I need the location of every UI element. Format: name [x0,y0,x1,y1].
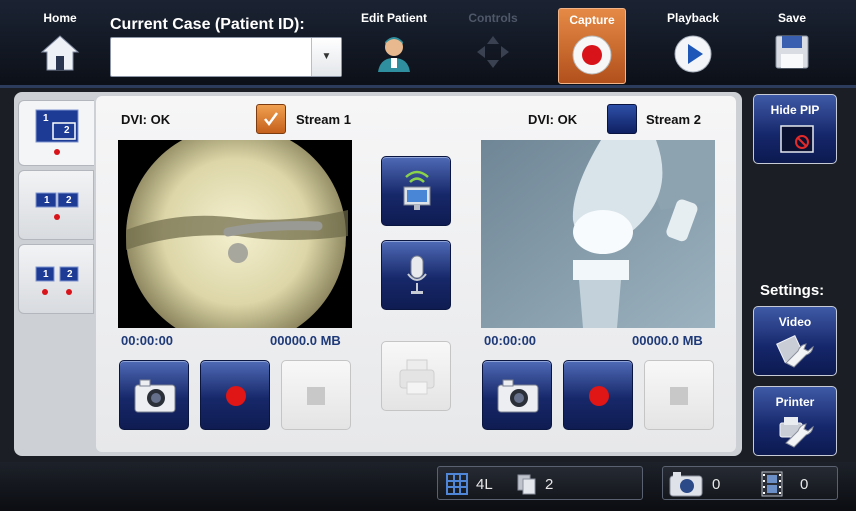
layout-tab-side-by-side[interactable]: 1 2 [18,170,94,240]
stream2-video-preview [481,140,715,328]
streaming-button[interactable] [381,156,451,226]
play-icon [674,35,712,73]
pip-label-1: 1 [43,113,49,124]
layout-status: 4L 2 [437,466,643,500]
layout-value: 4L [476,476,493,493]
stream1-size: 00000.0 MB [270,333,341,348]
stream2-time: 00:00:00 [484,333,537,348]
layout-tab-split[interactable]: 1 2 [18,244,94,314]
settings-label: Settings: [760,282,825,299]
floppy-disk-icon [775,35,809,69]
microphone-button[interactable] [381,240,451,310]
stream2-dvi-status: DVI: OK [528,112,578,127]
pip-layout-icon [35,109,79,155]
save-button[interactable]: Save [766,0,818,80]
printer-settings-label: Printer [775,395,815,409]
printer-wrench-icon [779,417,814,448]
copies-value: 2 [545,476,554,493]
camera-count-icon [669,472,703,497]
stream1-checkbox[interactable] [256,104,286,134]
grid-layout-icon [446,473,468,495]
edit-patient-button[interactable]: Edit Patient [356,0,432,80]
video-wrench-icon [776,335,814,368]
copies-icon [517,474,536,495]
stream1-name: Stream 1 [296,112,351,127]
hide-pip-button[interactable]: Hide PIP [753,94,837,164]
home-icon [40,35,80,71]
stop-icon [670,387,688,405]
print-button[interactable] [381,341,451,411]
record-icon [572,35,612,75]
patient-icon [378,37,410,72]
capture-button[interactable]: Capture [558,8,626,84]
side-label-2: 2 [66,195,72,206]
patient-id-input[interactable] [110,37,342,77]
stop-icon [307,387,325,405]
printer-icon [399,359,435,395]
video-count-value: 0 [800,476,809,493]
microphone-icon [407,255,427,294]
video-settings-label: Video [778,315,812,329]
stream1-video-preview [118,140,352,328]
edit-patient-label: Edit Patient [360,11,427,25]
hide-pip-label: Hide PIP [770,103,820,117]
film-strip-icon [761,471,783,497]
arthroscopy-image [118,140,352,328]
save-label: Save [777,11,807,25]
stream1-time: 00:00:00 [121,333,174,348]
checkmark-icon [264,112,279,127]
playback-label: Playback [666,11,720,25]
photo-count-value: 0 [712,476,721,493]
knee-xray-image [481,140,715,328]
stream1-snapshot-button[interactable] [119,360,189,430]
camera-icon [497,379,539,413]
stream2-record-button[interactable] [563,360,633,430]
hide-pip-icon [780,125,814,153]
split-label-2: 2 [67,269,73,280]
stream1-dvi-status: DVI: OK [121,112,171,127]
video-settings-button[interactable]: Video [753,306,837,376]
camera-icon [134,379,176,413]
printer-settings-button[interactable]: Printer [753,386,837,456]
capture-count-status: 0 0 [662,466,838,500]
stream1-stop-button[interactable] [281,360,351,430]
side-label-1: 1 [44,195,50,206]
pip-label-2: 2 [64,125,70,136]
case-label: Current Case (Patient ID): [110,16,305,33]
stream2-snapshot-button[interactable] [482,360,552,430]
stream1-record-button[interactable] [200,360,270,430]
chevron-down-icon[interactable]: ▼ [311,38,341,76]
side-by-side-layout-icon [35,192,79,220]
playback-button[interactable]: Playback [660,0,726,80]
stream2-name: Stream 2 [646,112,701,127]
controls-button[interactable]: Controls [462,0,524,80]
layout-tab-pip[interactable]: 1 2 [18,100,94,166]
broadcast-monitor-icon [403,170,431,210]
home-label: Home [43,11,77,25]
controls-label: Controls [468,11,518,25]
stream2-checkbox[interactable] [607,104,637,134]
record-dot-icon [226,386,246,406]
record-dot-icon [589,386,609,406]
stream2-stop-button[interactable] [644,360,714,430]
home-button[interactable]: Home [30,0,90,80]
capture-label: Capture [569,13,615,27]
split-label-1: 1 [43,269,49,280]
stream2-size: 00000.0 MB [632,333,703,348]
arrows-icon [477,36,509,68]
